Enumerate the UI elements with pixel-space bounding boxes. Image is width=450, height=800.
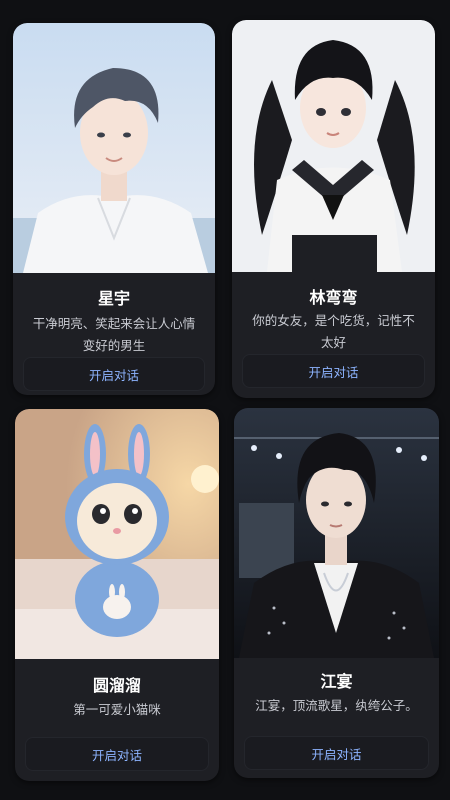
character-description: 江宴，顶流歌星，纨绔公子。 [255,698,418,713]
start-chat-button[interactable]: 开启对话 [242,354,425,388]
start-chat-button[interactable]: 开启对话 [23,357,205,391]
character-description: 你的女友，是个吃货，记性不太好 [252,313,415,350]
character-description: 干净明亮、笑起来会让人心情变好的男生 [32,316,196,353]
start-chat-button[interactable]: 开启对话 [244,736,429,770]
character-name: 圆溜溜 [92,676,141,695]
character-name: 星宇 [97,289,130,308]
start-chat-button[interactable]: 开启对话 [25,737,209,771]
character-name: 江宴 [320,672,353,691]
girl-sailor-uniform-image [232,20,435,272]
character-description: 第一可爱小猫咪 [73,702,161,717]
male-singer-stage-image [234,408,439,658]
character-card-xingyu[interactable]: 星宇 干净明亮、笑起来会让人心情变好的男生 开启对话 [13,23,215,395]
character-card-jiangyan[interactable]: 江宴 江宴，顶流歌星，纨绔公子。 开启对话 [234,408,439,778]
character-name: 林弯弯 [309,288,358,307]
kitten-bunny-costume-image [15,409,219,659]
boy-portrait-image [13,23,215,273]
character-grid: 星宇 干净明亮、笑起来会让人心情变好的男生 开启对话 林弯弯 你的女友，是个吃货… [0,0,450,800]
character-card-yuanliuliu[interactable]: 圆溜溜 第一可爱小猫咪 开启对话 [15,409,219,781]
character-card-linwanwan[interactable]: 林弯弯 你的女友，是个吃货，记性不太好 开启对话 [232,20,435,398]
